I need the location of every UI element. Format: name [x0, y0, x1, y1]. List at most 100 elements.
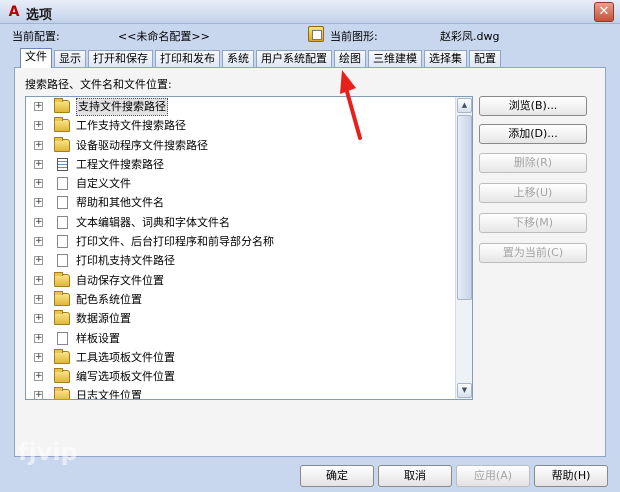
tree-item-label: 配色系统位置 — [76, 292, 142, 306]
autocad-logo-icon: A — [8, 4, 20, 20]
remove-button[interactable]: 删除(R) — [479, 153, 587, 173]
tree-scrollbar[interactable]: ▲ ▼ — [455, 97, 472, 399]
tree-item-label: 样板设置 — [76, 331, 120, 345]
title-bar: A 选项 ✕ — [0, 0, 620, 24]
tree-item[interactable]: + 数据源位置 — [26, 309, 456, 328]
cancel-button[interactable]: 取消 — [378, 465, 452, 487]
browse-button[interactable]: 浏览(B)... — [479, 96, 587, 116]
tab-3d-modeling[interactable]: 三维建模 — [368, 50, 422, 68]
scroll-up-arrow-icon[interactable]: ▲ — [457, 98, 472, 113]
search-paths-label: 搜索路径、文件名和文件位置: — [25, 78, 172, 91]
tab-open-save[interactable]: 打开和保存 — [88, 50, 153, 68]
tree-item-label: 自动保存文件位置 — [76, 273, 164, 287]
tab-plot-publish[interactable]: 打印和发布 — [155, 50, 220, 68]
folder-icon — [54, 310, 70, 326]
expand-plus-icon[interactable]: + — [34, 179, 43, 189]
folder-icon — [54, 117, 70, 133]
expand-plus-icon[interactable]: + — [34, 352, 43, 362]
folder-icon — [54, 98, 70, 113]
tree-item-label: 文本编辑器、词典和字体文件名 — [76, 215, 230, 229]
expand-plus-icon[interactable]: + — [34, 256, 43, 266]
tree-item[interactable]: + 工作支持文件搜索路径 — [26, 116, 456, 135]
folder-icon — [54, 271, 70, 287]
help-button[interactable]: 帮助(H) — [534, 465, 608, 487]
watermark: fjvip — [18, 438, 78, 466]
tree-item-label: 支持文件搜索路径 — [76, 98, 168, 116]
file-icon — [57, 196, 68, 210]
set-current-button[interactable]: 置为当前(C) — [479, 243, 587, 263]
tree-item[interactable]: + 文本编辑器、词典和字体文件名 — [26, 213, 456, 232]
expand-plus-icon[interactable]: + — [34, 372, 43, 382]
current-drawing-label: 当前图形: — [330, 30, 378, 43]
ok-button[interactable]: 确定 — [300, 465, 374, 487]
tree-item-label: 编写选项板文件位置 — [76, 370, 175, 384]
scrollbar-thumb[interactable] — [457, 115, 472, 300]
tree-item[interactable]: + 编写选项板文件位置 — [26, 367, 456, 386]
tab-bar: 文件 显示 打开和保存 打印和发布 系统 用户系统配置 绘图 三维建模 选择集 … — [20, 48, 503, 68]
profile-row: 当前配置: <<未命名配置>> 当前图形: 赵彩凤.dwg — [0, 26, 620, 44]
tree-item-label: 数据源位置 — [76, 312, 131, 326]
expand-plus-icon[interactable]: + — [34, 217, 43, 227]
drawing-file-icon — [308, 26, 324, 42]
tree-item-label: 工作支持文件搜索路径 — [76, 119, 186, 133]
tree-item-label: 工程文件搜索路径 — [76, 157, 164, 171]
expand-plus-icon[interactable]: + — [34, 102, 43, 111]
tree-item[interactable]: + 自动保存文件位置 — [26, 271, 456, 290]
tree-item[interactable]: + 帮助和其他文件名 — [26, 193, 456, 212]
expand-plus-icon[interactable]: + — [34, 333, 43, 343]
folder-icon — [54, 368, 70, 384]
tree-item[interactable]: + 配色系统位置 — [26, 290, 456, 309]
folder-icon — [54, 136, 70, 152]
expand-plus-icon[interactable]: + — [34, 198, 43, 208]
expand-plus-icon[interactable]: + — [34, 159, 43, 169]
expand-plus-icon[interactable]: + — [34, 314, 43, 324]
tab-user-preferences[interactable]: 用户系统配置 — [256, 50, 332, 68]
current-profile-value: <<未命名配置>> — [118, 30, 210, 43]
expand-plus-icon[interactable]: + — [34, 140, 43, 150]
move-up-button[interactable]: 上移(U) — [479, 183, 587, 203]
tab-display[interactable]: 显示 — [54, 50, 86, 68]
expand-plus-icon[interactable]: + — [34, 275, 43, 285]
file-icon — [57, 235, 68, 249]
tab-selection[interactable]: 选择集 — [424, 50, 467, 68]
file-icon — [57, 177, 68, 191]
current-drawing-value: 赵彩凤.dwg — [440, 30, 500, 43]
current-profile-label: 当前配置: — [12, 30, 60, 43]
tab-files[interactable]: 文件 — [20, 48, 52, 68]
tree-item[interactable]: + 支持文件搜索路径 — [26, 97, 456, 116]
expand-plus-icon[interactable]: + — [34, 391, 43, 399]
tree-item[interactable]: + 工程文件搜索路径 — [26, 155, 456, 174]
file-paths-tree[interactable]: + 支持文件搜索路径 + 工作支持文件搜索路径 + 设备驱动程序文件搜索路径 +… — [25, 96, 473, 400]
expand-plus-icon[interactable]: + — [34, 294, 43, 304]
tab-drafting[interactable]: 绘图 — [334, 50, 366, 68]
list-icon — [57, 157, 68, 171]
files-panel: 搜索路径、文件名和文件位置: + 支持文件搜索路径 + 工作支持文件搜索路径 +… — [14, 67, 606, 457]
tree-item[interactable]: + 日志文件位置 — [26, 386, 456, 400]
tree-item[interactable]: + 设备驱动程序文件搜索路径 — [26, 136, 456, 155]
tree-item[interactable]: + 打印机支持文件路径 — [26, 251, 456, 270]
tree-item-label: 日志文件位置 — [76, 389, 142, 400]
tree-item-label: 打印文件、后台打印程序和前导部分名称 — [76, 235, 274, 249]
apply-button[interactable]: 应用(A) — [456, 465, 530, 487]
move-down-button[interactable]: 下移(M) — [479, 213, 587, 233]
file-icon — [57, 331, 68, 345]
expand-plus-icon[interactable]: + — [34, 121, 43, 131]
tab-system[interactable]: 系统 — [222, 50, 254, 68]
file-icon — [57, 254, 68, 268]
folder-icon — [54, 290, 70, 306]
tree-item[interactable]: + 自定义文件 — [26, 174, 456, 193]
folder-icon — [54, 348, 70, 364]
tree-item[interactable]: + 工具选项板文件位置 — [26, 348, 456, 367]
tree-item-label: 帮助和其他文件名 — [76, 196, 164, 210]
close-button[interactable]: ✕ — [594, 2, 614, 22]
tree-item-label: 打印机支持文件路径 — [76, 254, 175, 268]
tree-item[interactable]: + 打印文件、后台打印程序和前导部分名称 — [26, 232, 456, 251]
tree-item[interactable]: + 样板设置 — [26, 329, 456, 348]
folder-icon — [54, 387, 70, 399]
add-button[interactable]: 添加(D)... — [479, 124, 587, 144]
tab-profiles[interactable]: 配置 — [469, 50, 501, 68]
tree-item-label: 工具选项板文件位置 — [76, 350, 175, 364]
scroll-down-arrow-icon[interactable]: ▼ — [457, 383, 472, 398]
tree-item-label: 设备驱动程序文件搜索路径 — [76, 138, 208, 152]
expand-plus-icon[interactable]: + — [34, 237, 43, 247]
